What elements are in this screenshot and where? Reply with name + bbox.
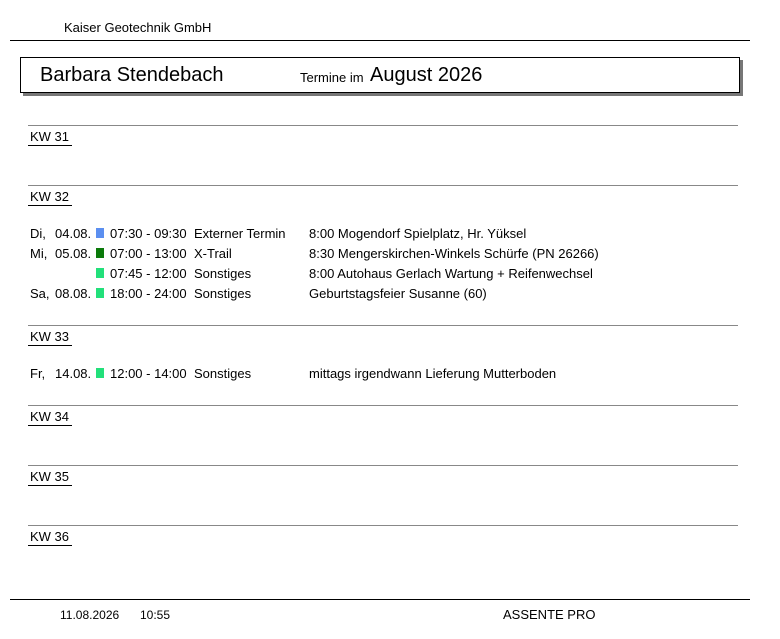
week-label: KW 33	[30, 329, 70, 344]
appointment-type: Externer Termin	[194, 226, 286, 241]
appointment-type: X-Trail	[194, 246, 232, 261]
week-underline	[28, 205, 72, 206]
appointment-type: Sonstiges	[194, 366, 252, 381]
week-underline	[28, 425, 72, 426]
week-underline	[28, 485, 72, 486]
week-separator	[28, 185, 738, 186]
app-name: ASSENTE PRO	[503, 607, 596, 622]
appointment-row[interactable]: Di, 04.08. 07:30 - 09:30 Externer Termin…	[0, 226, 780, 244]
person-name: Barbara Stendebach	[40, 64, 224, 86]
appointment-time: 12:00 - 14:00	[110, 366, 187, 381]
week-underline	[28, 545, 72, 546]
appointment-date: 05.08.	[55, 246, 92, 261]
week-separator	[28, 525, 738, 526]
print-date: 11.08.2026	[60, 608, 120, 622]
appointment-description: 8:30 Mengerskirchen-Winkels Schürfe (PN …	[309, 246, 599, 261]
category-color-swatch	[96, 368, 104, 378]
week-separator	[28, 405, 738, 406]
appointment-time: 18:00 - 24:00	[110, 286, 187, 301]
appointment-date: 14.08.	[55, 366, 92, 381]
week-underline	[28, 345, 72, 346]
header-divider	[10, 40, 750, 41]
appointment-time: 07:45 - 12:00	[110, 266, 187, 281]
appointment-description: Geburtstagsfeier Susanne (60)	[309, 286, 487, 301]
category-color-swatch	[96, 228, 104, 238]
appointment-description: 8:00 Mogendorf Spielplatz, Hr. Yüksel	[309, 226, 527, 241]
week-label: KW 31	[30, 129, 70, 144]
category-color-swatch	[96, 268, 104, 278]
appointment-type: Sonstiges	[194, 266, 252, 281]
termine-label: Termine im	[300, 70, 364, 85]
appointment-row[interactable]: Mi, 05.08. 07:00 - 13:00 X-Trail 8:30 Me…	[0, 246, 780, 264]
week-underline	[28, 145, 72, 146]
appointment-type: Sonstiges	[194, 286, 252, 301]
week-separator	[28, 325, 738, 326]
week-label: KW 36	[30, 529, 70, 544]
title-box: Barbara Stendebach Termine im August 202…	[20, 57, 740, 93]
appointment-date: 08.08.	[55, 286, 92, 301]
week-label: KW 35	[30, 469, 70, 484]
week-label: KW 32	[30, 189, 70, 204]
print-time: 10:55	[140, 608, 171, 622]
footer-divider	[10, 599, 750, 600]
month-title: August 2026	[370, 64, 483, 86]
calendar-report-page: { "header": { "company": "Kaiser Geotech…	[0, 0, 780, 639]
appointment-day: Di,	[30, 226, 46, 241]
appointment-description: 8:00 Autohaus Gerlach Wartung + Reifenwe…	[309, 266, 593, 281]
company-name: Kaiser Geotechnik GmbH	[64, 20, 212, 35]
appointment-row[interactable]: 07:45 - 12:00 Sonstiges 8:00 Autohaus Ge…	[0, 266, 780, 284]
appointment-row[interactable]: Fr, 14.08. 12:00 - 14:00 Sonstiges mitta…	[0, 366, 780, 384]
appointment-time: 07:00 - 13:00	[110, 246, 187, 261]
week-separator	[28, 125, 738, 126]
appointment-row[interactable]: Sa, 08.08. 18:00 - 24:00 Sonstiges Gebur…	[0, 286, 780, 304]
appointment-date: 04.08.	[55, 226, 92, 241]
category-color-swatch	[96, 248, 104, 258]
appointment-time: 07:30 - 09:30	[110, 226, 187, 241]
appointment-day: Mi,	[30, 246, 48, 261]
appointment-day: Sa,	[30, 286, 50, 301]
week-separator	[28, 465, 738, 466]
category-color-swatch	[96, 288, 104, 298]
appointment-description: mittags irgendwann Lieferung Mutterboden	[309, 366, 557, 381]
appointment-day: Fr,	[30, 366, 46, 381]
week-label: KW 34	[30, 409, 70, 424]
